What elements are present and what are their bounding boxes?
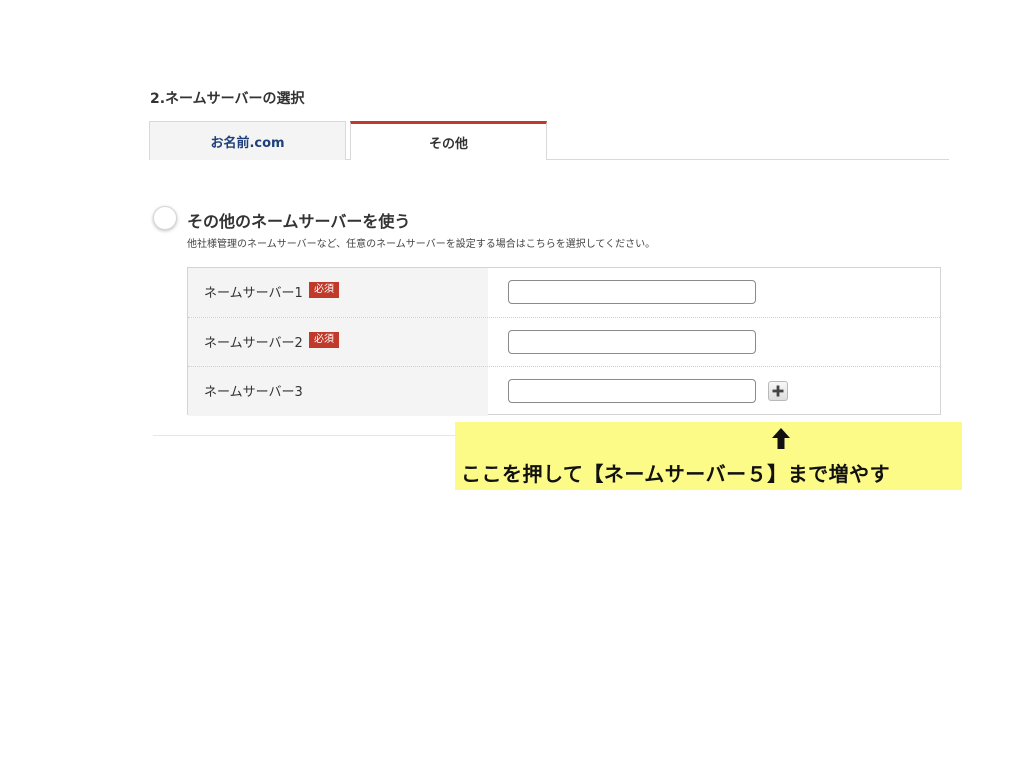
add-nameserver-button[interactable] [768, 381, 788, 401]
nameserver-row: ネームサーバー2 必須 [188, 317, 940, 367]
nameserver-row: ネームサーバー3 [188, 366, 940, 416]
section-title: 2.ネームサーバーの選択 [150, 91, 305, 107]
other-nameserver-radio[interactable] [153, 206, 177, 230]
nameserver-1-label: ネームサーバー1 [204, 286, 303, 301]
required-badge: 必須 [309, 332, 339, 348]
annotation-note: ここを押して【ネームサーバー５】まで増やす [455, 422, 962, 490]
nameserver-2-label: ネームサーバー2 [204, 336, 303, 351]
nameserver-1-input[interactable] [508, 280, 756, 304]
nameserver-row: ネームサーバー1 必須 [188, 268, 940, 317]
nameserver-label-cell: ネームサーバー3 [188, 367, 488, 416]
arrow-up-icon [772, 428, 790, 449]
required-badge: 必須 [309, 282, 339, 298]
nameserver-2-input[interactable] [508, 330, 756, 354]
option-description: 他社様管理のネームサーバーなど、任意のネームサーバーを設定する場合はこちらを選択… [187, 239, 656, 250]
annotation-text: ここを押して【ネームサーバー５】まで増やす [461, 462, 891, 486]
plus-icon [772, 385, 784, 397]
nameserver-table: ネームサーバー1 必須 ネームサーバー2 必須 ネームサーバー3 [187, 267, 941, 416]
nameserver-3-input[interactable] [508, 379, 756, 403]
nameserver-label-cell: ネームサーバー1 必須 [188, 268, 488, 317]
nameserver-label-cell: ネームサーバー2 必須 [188, 318, 488, 367]
nameserver-tabs: お名前.com その他 [149, 121, 949, 160]
page: 2.ネームサーバーの選択 お名前.com その他 その他のネームサーバーを使う … [0, 0, 1024, 768]
nameserver-3-label: ネームサーバー3 [204, 385, 303, 400]
option-title: その他のネームサーバーを使う [187, 212, 411, 231]
tab-other[interactable]: その他 [350, 121, 547, 160]
tab-onamae[interactable]: お名前.com [149, 121, 346, 160]
